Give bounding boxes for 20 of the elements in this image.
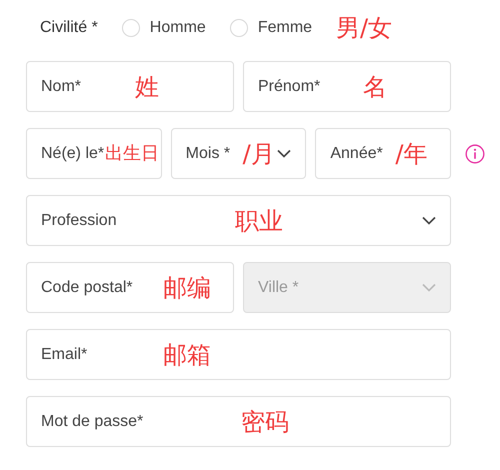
annotation-text: /年 xyxy=(395,142,428,166)
annotation-text: /月 xyxy=(242,142,275,166)
annotation-text: 职业 xyxy=(235,208,283,232)
annotation-text: 男/女 xyxy=(336,16,392,40)
birth-day-field[interactable]: Né(e) le*出生日 xyxy=(26,128,162,179)
annotation-text: 邮箱 xyxy=(163,342,211,366)
radio-label[interactable]: Femme xyxy=(258,16,312,40)
annotation-text: 名 xyxy=(363,74,387,98)
annotation-text: 邮编 xyxy=(163,276,211,300)
annotation-text: 密码 xyxy=(241,410,289,434)
annotation-text: 出生日 xyxy=(105,144,159,162)
radio-button[interactable] xyxy=(230,19,248,37)
radio-label[interactable]: Homme xyxy=(150,16,206,40)
chevron-down-icon xyxy=(422,283,436,292)
radio-button[interactable] xyxy=(122,19,140,37)
field-label: Civilité * xyxy=(40,18,98,38)
chevron-down-icon xyxy=(422,216,436,225)
annotation-text: 姓 xyxy=(135,74,159,98)
info-icon[interactable] xyxy=(465,144,485,164)
chevron-down-icon xyxy=(277,149,292,158)
